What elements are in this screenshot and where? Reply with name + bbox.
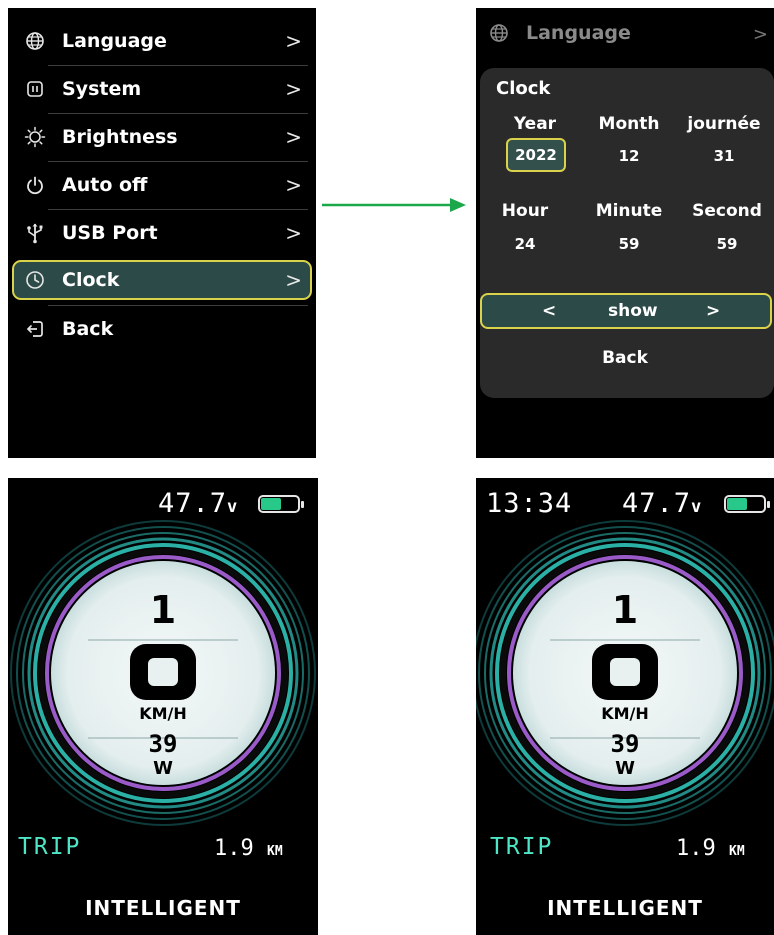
voltage-readout: 47.7v: [622, 488, 703, 519]
power-unit: W: [615, 758, 635, 779]
dashboard-screen-with-clock: 13:34 47.7v 1 KM/H 39 W TRIP 1.9 KM INTE…: [476, 478, 774, 935]
clock-icon: [24, 269, 46, 291]
clock-readout: 13:34: [486, 488, 573, 519]
settings-menu-screen: Language > System > Brightness > Auto of…: [8, 8, 316, 458]
chevron-right-icon: >: [285, 268, 302, 292]
menu-item-language[interactable]: Language >: [8, 18, 316, 64]
chevron-right-icon: >: [285, 221, 302, 245]
trip-distance: 1.9 KM: [676, 836, 745, 861]
menu-item-back[interactable]: Back: [8, 306, 316, 352]
trip-label: TRIP: [490, 834, 554, 860]
menu-item-label: Back: [62, 318, 114, 340]
chevron-right-icon: >: [752, 24, 768, 45]
menu-item-label: Language: [526, 22, 631, 44]
globe-icon: [488, 22, 510, 44]
power-unit: W: [153, 758, 173, 779]
assist-mode: INTELLIGENT: [85, 896, 241, 920]
menu-item-label: Language: [62, 30, 167, 52]
brightness-icon: [24, 126, 46, 148]
menu-item-label: Brightness: [62, 126, 178, 148]
menu-item-usb-port[interactable]: USB Port >: [8, 210, 316, 256]
back-icon: [24, 318, 46, 340]
second-value-field[interactable]: 59: [680, 235, 774, 253]
battery-icon: [724, 495, 770, 513]
speed-unit: KM/H: [139, 704, 187, 723]
menu-item-label: System: [62, 78, 142, 100]
menu-item-auto-off[interactable]: Auto off >: [8, 162, 316, 208]
month-value-field[interactable]: 12: [586, 147, 672, 165]
chevron-right-icon[interactable]: >: [706, 301, 720, 321]
chevron-right-icon: >: [285, 125, 302, 149]
gear-level: 1: [149, 588, 177, 632]
year-value-field[interactable]: 2022: [506, 138, 566, 172]
menu-item-label: Clock: [62, 269, 120, 291]
trip-label: TRIP: [18, 834, 82, 860]
day-label: journée: [687, 114, 761, 134]
menu-item-label: USB Port: [62, 222, 158, 244]
year-label: Year: [513, 114, 557, 134]
hour-label: Hour: [501, 201, 549, 221]
chevron-left-icon[interactable]: <: [542, 301, 556, 321]
show-option-label: show: [608, 301, 658, 321]
assist-mode: INTELLIGENT: [547, 896, 703, 920]
minute-value-field[interactable]: 59: [586, 235, 672, 253]
month-label: Month: [598, 114, 660, 134]
menu-item-label: Auto off: [62, 174, 148, 196]
gear-level: 1: [611, 588, 639, 632]
dialog-title: Clock: [496, 78, 551, 99]
menu-item-brightness[interactable]: Brightness >: [8, 114, 316, 160]
battery-icon: [258, 495, 304, 513]
speed-value: [126, 640, 200, 708]
speed-value: [588, 640, 662, 708]
power-icon: [24, 174, 46, 196]
menu-item-language-dimmed: Language: [488, 22, 631, 44]
chevron-right-icon: >: [285, 173, 302, 197]
globe-icon: [24, 30, 46, 52]
day-value-field[interactable]: 31: [676, 147, 772, 165]
hour-value-field[interactable]: 24: [482, 235, 568, 253]
back-button[interactable]: Back: [476, 348, 774, 368]
power-value: 39: [148, 730, 178, 758]
chevron-right-icon: >: [285, 77, 302, 101]
clock-settings-screen: Language > Clock Year 2022 Month 12 jour…: [476, 8, 774, 458]
voltage-readout: 47.7v: [158, 488, 239, 519]
clock-display-selector[interactable]: < show >: [480, 293, 772, 329]
trip-distance: 1.9 KM: [214, 836, 283, 861]
system-icon: [24, 78, 46, 100]
minute-label: Minute: [595, 201, 663, 221]
menu-item-system[interactable]: System >: [8, 66, 316, 112]
power-value: 39: [610, 730, 640, 758]
menu-item-clock[interactable]: Clock >: [12, 260, 312, 300]
second-label: Second: [692, 201, 762, 221]
speed-unit: KM/H: [601, 704, 649, 723]
dashboard-screen-without-clock: 47.7v 1 KM/H 39 W TRIP 1.9 KM INTELLIGEN…: [8, 478, 318, 935]
usb-icon: [24, 222, 46, 244]
transition-arrow-icon: [322, 198, 466, 212]
chevron-right-icon: >: [285, 29, 302, 53]
